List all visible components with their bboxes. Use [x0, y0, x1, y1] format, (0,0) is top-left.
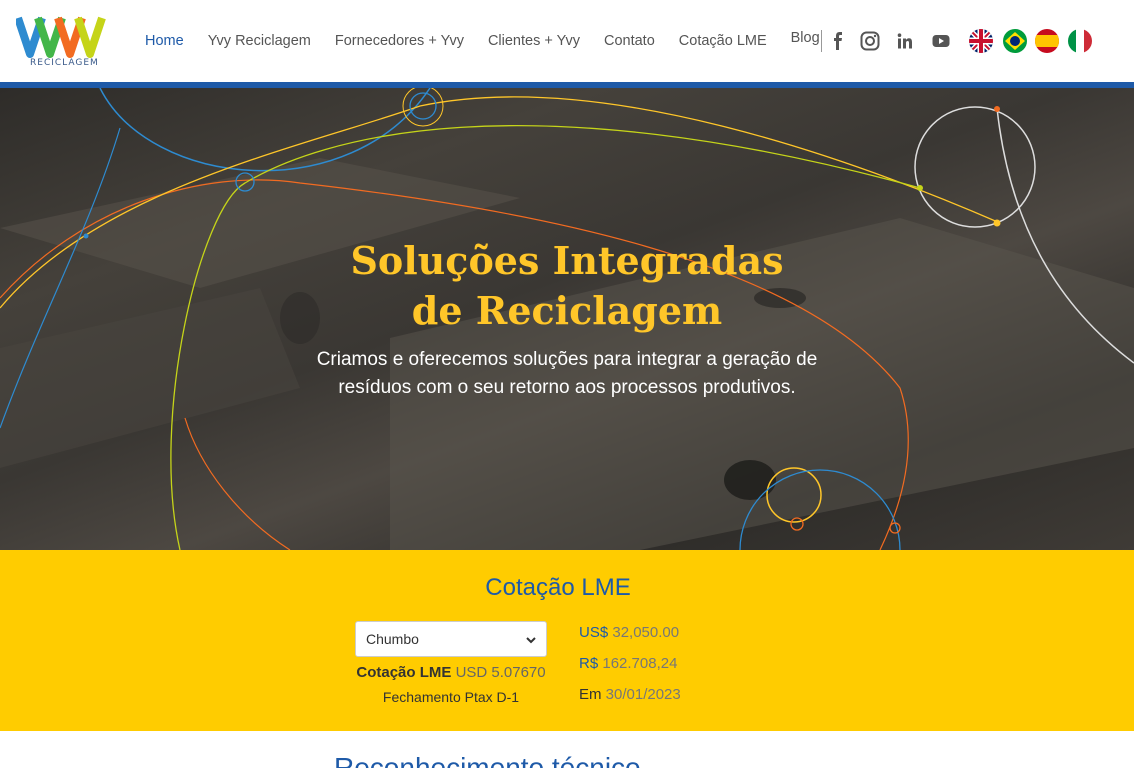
logo-mark — [14, 16, 106, 58]
nav-clientes[interactable]: Clientes + Yvy — [488, 33, 580, 49]
quote-date-label: Em — [579, 686, 602, 703]
hero-subtitle-line2: resíduos com o seu retorno aos processos… — [338, 377, 796, 398]
nav-blog[interactable]: Blog — [791, 30, 820, 46]
lme-rate-label: Cotação LME — [356, 664, 452, 681]
nav-fornecedores[interactable]: Fornecedores + Yvy — [335, 33, 464, 49]
flag-italy-icon[interactable] — [1068, 29, 1092, 53]
nav-divider — [821, 30, 822, 52]
hero-banner: Soluções Integradas de Reciclagem Criamo… — [0, 88, 1134, 550]
nav-yvy-reciclagem[interactable]: Yvy Reciclagem — [208, 33, 311, 49]
instagram-icon[interactable] — [859, 30, 881, 52]
linkedin-icon[interactable] — [894, 30, 916, 52]
usd-currency: US$ — [579, 624, 609, 641]
lme-title: Cotação LME — [485, 574, 631, 601]
flag-spain-icon[interactable] — [1035, 29, 1059, 53]
facebook-icon[interactable] — [827, 30, 849, 52]
hero-subtitle: Criamos e oferecemos soluções para integ… — [0, 346, 1134, 402]
metal-select[interactable]: Chumbo — [355, 621, 547, 657]
next-section-title: Reconhecimento técnico — [334, 752, 641, 768]
hero-subtitle-line1: Criamos e oferecemos soluções para integ… — [316, 349, 818, 370]
lme-rate: Cotação LME USD 5.07670 — [355, 664, 547, 681]
brl-currency: R$ — [579, 655, 599, 672]
main-nav: Home Yvy Reciclagem Fornecedores + Yvy C… — [145, 30, 844, 49]
lme-quote-section: Cotação LME Chumbo Cotação LME USD 5.076… — [0, 550, 1134, 731]
ptax-label: Fechamento Ptax D-1 — [382, 689, 520, 705]
metal-select-value: Chumbo — [366, 631, 419, 647]
flag-brazil-icon[interactable] — [1003, 29, 1027, 53]
usd-price: US$ 32,050.00 — [579, 624, 679, 641]
brl-value: 162.708,24 — [602, 655, 678, 672]
logo-text: RECICLAGEM — [30, 58, 99, 68]
usd-value: 32,050.00 — [612, 624, 680, 641]
flag-uk-icon[interactable] — [969, 29, 993, 53]
lme-rate-value: USD 5.07670 — [455, 664, 546, 681]
yvy-logo[interactable]: RECICLAGEM — [14, 14, 106, 70]
quote-date-value: 30/01/2023 — [605, 686, 681, 703]
site-header: RECICLAGEM Home Yvy Reciclagem Fornecedo… — [0, 0, 1134, 82]
quote-date: Em 30/01/2023 — [579, 686, 681, 703]
hero-title-line2: de Reciclagem — [411, 288, 723, 333]
hero-title-line1: Soluções Integradas — [350, 238, 784, 283]
brl-price: R$ 162.708,24 — [579, 655, 677, 672]
nav-home[interactable]: Home — [145, 33, 184, 49]
hero-title: Soluções Integradas de Reciclagem — [0, 236, 1134, 336]
chevron-down-icon — [526, 631, 536, 647]
nav-cotacao-lme[interactable]: Cotação LME — [679, 33, 767, 49]
youtube-icon[interactable] — [930, 30, 952, 52]
nav-contato[interactable]: Contato — [604, 33, 655, 49]
